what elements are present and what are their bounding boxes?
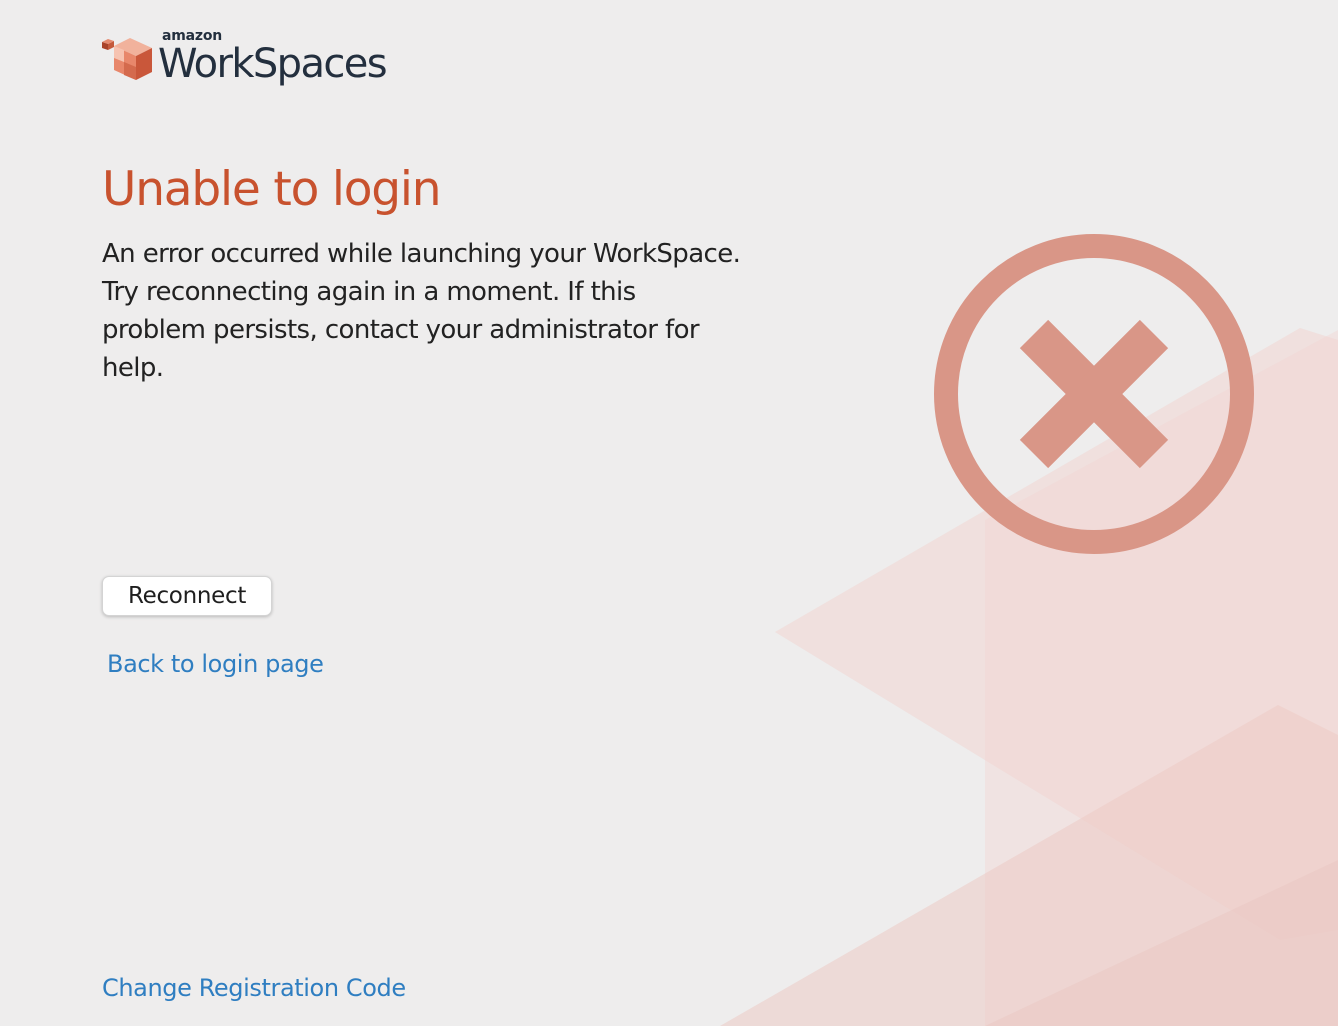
back-to-login-link[interactable]: Back to login page (107, 650, 324, 678)
error-title: Unable to login (102, 162, 442, 217)
brand-product-label: WorkSpaces (158, 41, 388, 87)
amazon-workspaces-logo: amazon WorkSpaces (100, 28, 400, 94)
error-message: An error occurred while launching your W… (102, 239, 741, 383)
reconnect-button[interactable]: Reconnect (102, 576, 272, 616)
workspaces-cube-icon (102, 38, 152, 80)
error-x-circle-icon (934, 234, 1254, 554)
change-registration-code-link[interactable]: Change Registration Code (102, 974, 406, 1002)
